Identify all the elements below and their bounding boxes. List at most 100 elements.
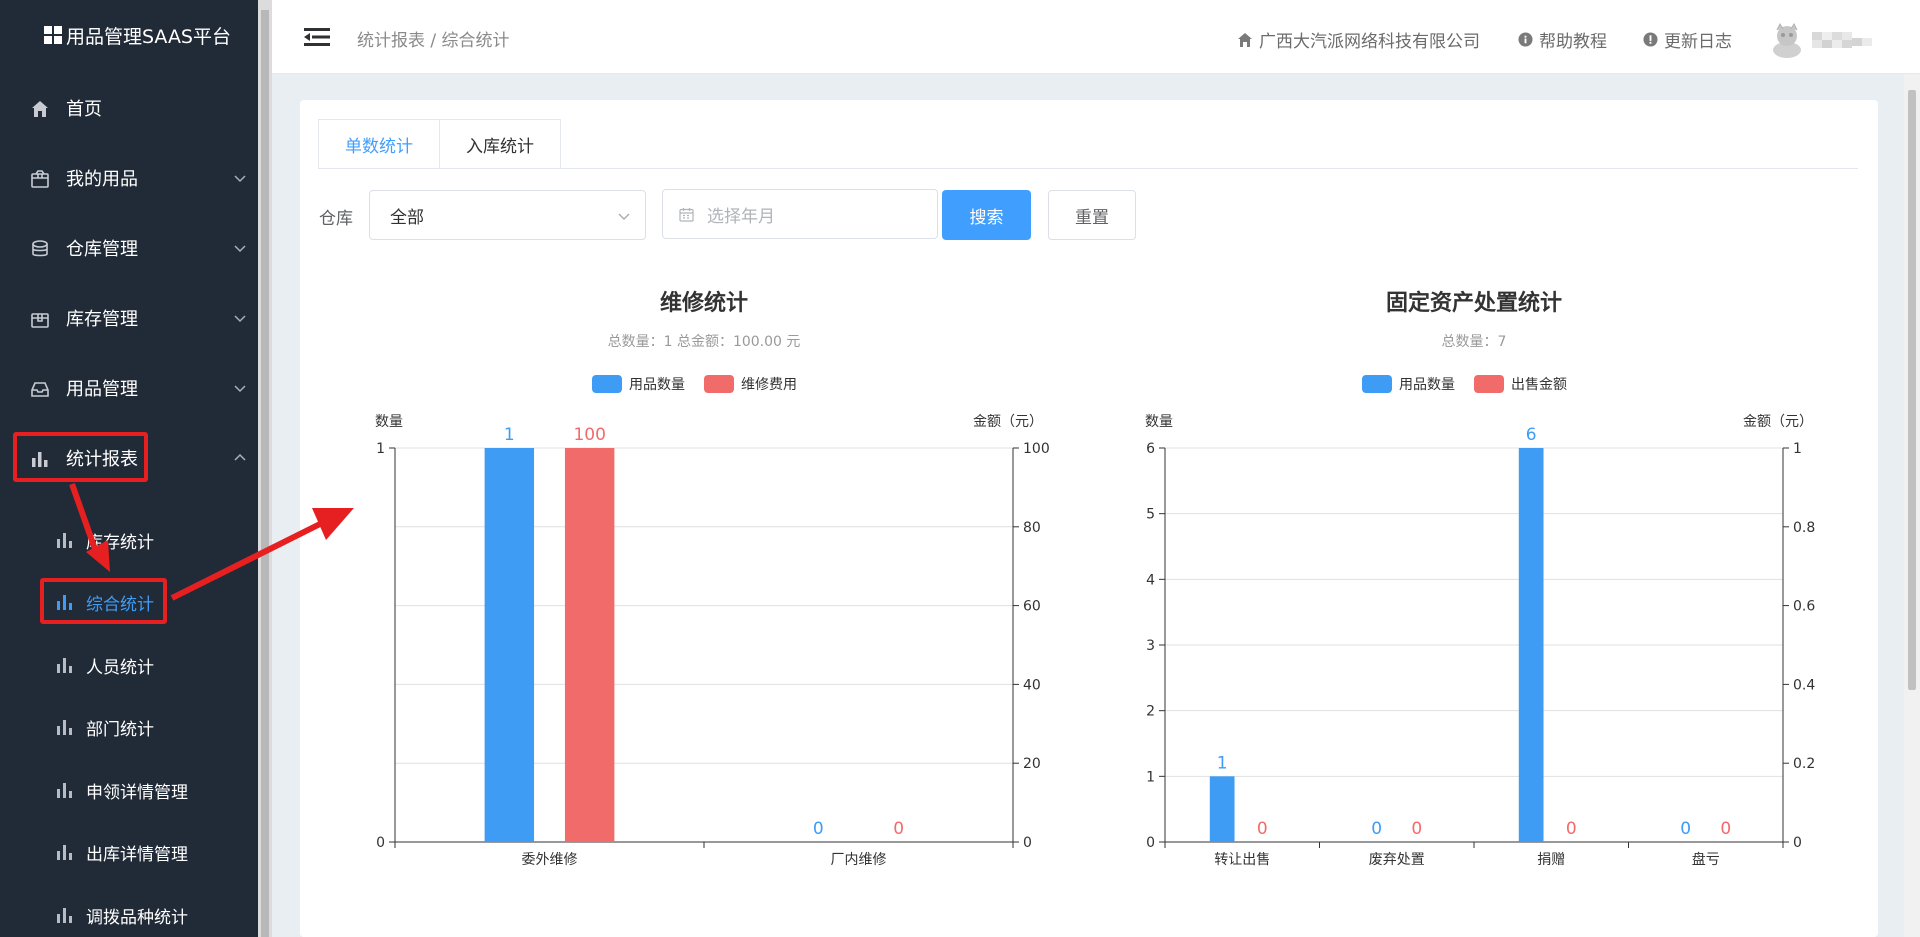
sidebar-item-warehouse[interactable]: 仓库管理 [0, 228, 258, 268]
app-logo[interactable]: 用品管理SAAS平台 [44, 20, 231, 50]
top-header: 统计报表 / 综合统计 广西大汽派网络科技有限公司 帮助教程 更新日志 [272, 0, 1920, 74]
x-tick-label: 转让出售 [1214, 852, 1270, 868]
bar[interactable] [564, 448, 615, 842]
reset-button[interactable]: 重置 [1048, 190, 1136, 240]
sidebar-subitem-requisition-details[interactable]: 申领详情管理 [0, 770, 258, 810]
sidebar-item-label: 库存管理 [66, 309, 138, 330]
y-tick-label-right: 80 [1023, 520, 1041, 536]
sidebar-item-inventory[interactable]: 库存管理 [0, 298, 258, 338]
legend-swatch[interactable] [1474, 375, 1504, 393]
y-tick-label-right: 0 [1793, 835, 1802, 851]
highlight-box-reports [13, 432, 148, 482]
search-button[interactable]: 搜索 [942, 190, 1031, 240]
user-avatar[interactable] [1770, 22, 1804, 58]
bar-chart-icon [57, 533, 72, 548]
y-tick-label-right: 0.4 [1793, 677, 1815, 693]
tab-inbound-stats[interactable]: 入库统计 [440, 119, 561, 169]
sidebar-item-home[interactable]: 首页 [0, 88, 258, 128]
app-title: 用品管理SAAS平台 [66, 25, 231, 48]
repair-stats-chart: 维修统计总数量：1 总金额：100.00 元用品数量 维修费用数量 金额（元）010… [375, 290, 1050, 868]
x-tick-label: 废弃处置 [1369, 852, 1425, 868]
legend-swatch[interactable] [592, 375, 622, 393]
chevron-up-icon [234, 453, 246, 461]
sidebar-subitem-label: 调拨品种统计 [86, 907, 188, 928]
bar[interactable] [484, 448, 535, 842]
home-icon [1238, 32, 1252, 47]
warehouse-select[interactable]: 全部 [369, 190, 646, 240]
chevron-down-icon [234, 385, 246, 393]
legend-label[interactable]: 出售金额 [1511, 377, 1567, 393]
bar[interactable] [1518, 448, 1544, 842]
chevron-down-icon [234, 315, 246, 323]
y-tick-label-left: 2 [1146, 704, 1155, 720]
home-icon [32, 101, 48, 117]
help-link[interactable]: 帮助教程 [1518, 27, 1607, 52]
month-picker-placeholder: 选择年月 [707, 206, 775, 227]
sidebar-subitem-inventory-stats[interactable]: 库存统计 [0, 520, 258, 560]
tab-bar: 单数统计 入库统计 [318, 119, 561, 169]
menu-fold-icon[interactable] [304, 26, 330, 48]
y-tick-label-right: 40 [1023, 677, 1041, 693]
bar-chart-icon [57, 908, 72, 923]
x-tick-label: 盘亏 [1692, 851, 1720, 868]
username-blurred[interactable] [1812, 30, 1882, 52]
bar-value-label: 1 [1217, 753, 1228, 773]
box-icon [31, 313, 49, 328]
y-tick-label-left: 0 [1146, 835, 1155, 851]
warehouse-select-value: 全部 [390, 207, 424, 228]
changelog-label: 更新日志 [1664, 32, 1732, 52]
calendar-icon [679, 208, 694, 222]
legend-label[interactable]: 用品数量 [1399, 377, 1455, 393]
sidebar-subitem-label: 人员统计 [86, 657, 154, 678]
legend-swatch[interactable] [1362, 375, 1392, 393]
y-axis-right-label: 金额（元） [973, 414, 1043, 430]
breadcrumb: 统计报表 / 综合统计 [357, 31, 510, 51]
sidebar-subitem-label: 库存统计 [86, 532, 154, 553]
y-tick-label-right: 0.2 [1793, 756, 1815, 772]
asset-disposal-chart: 固定资产处置统计总数量：7 用品数量 出售金额数量 金额（元） 0 1 2 3 4 5 6 0 0.2 0… [1145, 290, 1815, 868]
tab-divider [318, 168, 1858, 169]
sidebar-subitem-outbound-details[interactable]: 出库详情管理 [0, 832, 258, 872]
y-tick-label-right: 60 [1023, 599, 1041, 615]
sidebar-item-label: 用品管理 [66, 379, 138, 400]
bar-chart-icon [57, 783, 72, 798]
y-tick-label-left: 6 [1146, 441, 1155, 457]
y-axis-right-label: 金额（元） [1743, 414, 1813, 430]
chevron-down-icon [618, 213, 630, 220]
sidebar-subitem-label: 部门统计 [86, 719, 154, 740]
sidebar-item-my-supplies[interactable]: 我的用品 [0, 158, 258, 198]
grid-logo-icon [44, 26, 62, 44]
chart-title: 维修统计 [660, 290, 748, 316]
chart-subtitle: 总数量：7 [1442, 334, 1507, 350]
sidebar-item-supply-management[interactable]: 用品管理 [0, 368, 258, 408]
tab-order-stats[interactable]: 单数统计 [318, 119, 440, 169]
legend-label[interactable]: 维修费用 [741, 377, 797, 393]
y-axis-left-label: 数量 [375, 414, 403, 430]
sidebar: 用品管理SAAS平台 首页 我的用品 仓库管理 库存管理 用品管理 统计报表 库… [0, 0, 258, 937]
sidebar-subitem-department-stats[interactable]: 部门统计 [0, 707, 258, 747]
sidebar-item-label: 仓库管理 [66, 239, 138, 260]
inbox-icon [31, 382, 49, 397]
bar[interactable] [1209, 776, 1235, 842]
bar-value-label: 1 [504, 425, 515, 445]
changelog-link[interactable]: 更新日志 [1643, 27, 1732, 52]
legend-swatch[interactable] [704, 375, 734, 393]
sidebar-subitem-personnel-stats[interactable]: 人员统计 [0, 645, 258, 685]
x-tick-label: 捐赠 [1537, 852, 1565, 868]
bar-value-label: 100 [573, 425, 605, 445]
month-picker[interactable]: 选择年月 [662, 189, 938, 239]
company-link[interactable]: 广西大汽派网络科技有限公司 [1237, 27, 1480, 52]
bar-value-label: 0 [1411, 819, 1422, 839]
content-scrollbar[interactable] [1904, 74, 1920, 937]
bar-value-label: 0 [1566, 819, 1577, 839]
y-tick-label-left: 0 [376, 835, 385, 851]
sidebar-subitem-label: 出库详情管理 [86, 844, 188, 865]
y-tick-label-left: 1 [376, 441, 385, 457]
sidebar-subitem-transfer-stats[interactable]: 调拨品种统计 [0, 895, 258, 935]
y-axis-left-label: 数量 [1145, 414, 1173, 430]
bar-value-label: 0 [893, 819, 904, 839]
legend-label[interactable]: 用品数量 [629, 377, 685, 393]
highlight-box-comprehensive-stats [40, 578, 167, 624]
sidebar-scrollbar[interactable] [258, 0, 272, 937]
bar-value-label: 0 [1257, 819, 1268, 839]
